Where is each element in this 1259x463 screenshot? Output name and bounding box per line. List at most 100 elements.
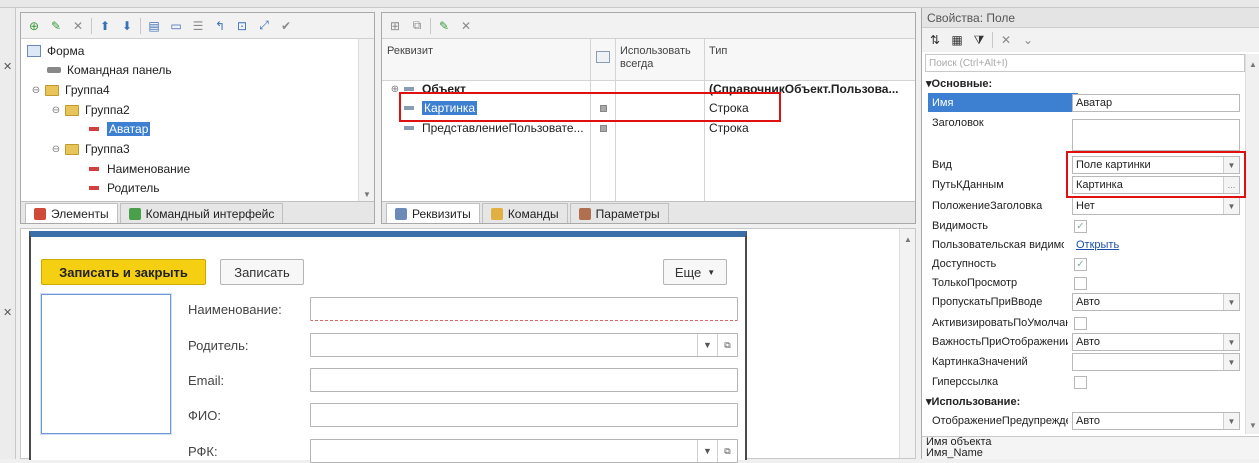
- more-icon[interactable]: …: [1223, 177, 1239, 193]
- more-button[interactable]: Еще ▼: [663, 259, 727, 285]
- visibility-checkbox[interactable]: ✓: [1074, 220, 1087, 233]
- collapse-icon[interactable]: ⊖: [31, 85, 41, 96]
- prop-row-enabled[interactable]: Доступность ✓: [922, 254, 1259, 274]
- prop-label: ПутьКДанным: [932, 179, 1004, 191]
- hyperlink-checkbox[interactable]: [1074, 376, 1087, 389]
- scroll-down-icon[interactable]: ▼: [363, 190, 371, 199]
- prop-row-skip-on-input[interactable]: ПропускатьПриВводе Авто ▼: [922, 292, 1259, 312]
- dropdown-arrow-icon[interactable]: ▼: [1223, 157, 1239, 173]
- arrow-icon[interactable]: ↰: [211, 17, 229, 35]
- tab-command-interface[interactable]: Командный интерфейс: [119, 203, 284, 223]
- delete-icon[interactable]: ✕: [457, 17, 475, 35]
- activate-default-checkbox[interactable]: [1074, 317, 1087, 330]
- separator: [992, 32, 993, 48]
- form-scrollbar[interactable]: ▲: [899, 229, 915, 458]
- collapse-icon[interactable]: ⊖: [51, 144, 61, 155]
- save-button[interactable]: Записать: [220, 259, 304, 285]
- dropdown-arrow-icon[interactable]: ▼: [697, 334, 717, 356]
- prop-row-name[interactable]: Имя Аватар: [922, 93, 1259, 113]
- email-input[interactable]: [310, 368, 738, 392]
- chevron-down-icon[interactable]: ⌄: [1019, 31, 1037, 49]
- dropdown-arrow-icon[interactable]: ▼: [1223, 198, 1239, 214]
- close-icon[interactable]: ✕: [3, 60, 12, 73]
- tree-item-group3[interactable]: ⊖ Группа3: [51, 140, 130, 158]
- close-icon[interactable]: ✕: [3, 306, 12, 319]
- move-down-icon[interactable]: ⬇: [118, 17, 136, 35]
- scrollbar[interactable]: ▼: [358, 39, 374, 201]
- scroll-up-icon[interactable]: ▲: [904, 235, 912, 244]
- expand-icon[interactable]: ⊕: [390, 84, 400, 95]
- add-icon[interactable]: ⊕: [25, 17, 43, 35]
- column-header-attribute[interactable]: Реквизит: [387, 45, 433, 58]
- resize-icon[interactable]: ⤢: [255, 17, 273, 35]
- prop-row-warning-display[interactable]: ОтображениеПредупреждения Авто ▼: [922, 411, 1259, 431]
- tree-item-form[interactable]: Форма: [27, 42, 84, 60]
- prop-row-title-position[interactable]: ПоложениеЗаголовка Нет ▼: [922, 196, 1259, 216]
- filter-icon[interactable]: ⧩: [970, 31, 988, 49]
- save-and-close-button[interactable]: Записать и закрыть: [41, 259, 206, 285]
- prop-row-activate-default[interactable]: АктивизироватьПоУмолчанию: [922, 313, 1259, 333]
- collapse-icon[interactable]: ⊖: [51, 105, 61, 116]
- column-header-type[interactable]: Тип: [709, 45, 727, 58]
- edit-icon[interactable]: ✎: [435, 17, 453, 35]
- properties-search-input[interactable]: Поиск (Ctrl+Alt+I): [925, 54, 1245, 72]
- table-row[interactable]: ПредставлениеПользовате... Строка: [390, 119, 915, 137]
- table-row[interactable]: Картинка Строка: [390, 99, 915, 117]
- prop-row-readonly[interactable]: ТолькоПросмотр: [922, 273, 1259, 293]
- folder-icon: [65, 143, 79, 155]
- form-icon[interactable]: ▤: [145, 17, 163, 35]
- prop-row-hyperlink[interactable]: Гиперссылка: [922, 372, 1259, 392]
- rfk-input[interactable]: ▼ ⧉: [310, 439, 738, 463]
- prop-row-datapath[interactable]: ПутьКДанным Картинка…: [922, 175, 1259, 195]
- section-main[interactable]: ▾Основные:: [926, 77, 992, 90]
- name-input[interactable]: [310, 297, 738, 321]
- section-usage[interactable]: ▾Использование:: [926, 395, 1020, 408]
- checkbox-icon[interactable]: [600, 124, 607, 132]
- tab-parameters[interactable]: Параметры: [569, 203, 669, 223]
- tree-item-parent[interactable]: Родитель: [89, 179, 159, 197]
- categories-icon[interactable]: ▦: [948, 31, 966, 49]
- tab-attributes[interactable]: Реквизиты: [386, 203, 480, 223]
- prop-row-user-visibility[interactable]: Пользовательская видимость Открыть: [922, 235, 1259, 255]
- edit-icon[interactable]: ✎: [47, 17, 65, 35]
- copy-icon[interactable]: ⧉: [408, 17, 426, 35]
- prop-row-title[interactable]: Заголовок: [922, 113, 1259, 151]
- open-link[interactable]: Открыть: [1076, 239, 1119, 251]
- open-icon[interactable]: ⧉: [717, 334, 737, 356]
- dropdown-arrow-icon[interactable]: ▼: [1223, 334, 1239, 350]
- tree-item-command-panel[interactable]: Командная панель: [47, 61, 172, 79]
- add-attribute-icon[interactable]: ⊞: [386, 17, 404, 35]
- prop-row-kind[interactable]: Вид Поле картинки ▼: [922, 155, 1259, 175]
- sort-icon[interactable]: ⇅: [926, 31, 944, 49]
- prop-row-visibility[interactable]: Видимость ✓: [922, 216, 1259, 236]
- dropdown-arrow-icon[interactable]: ▼: [1223, 354, 1239, 370]
- avatar-picture-field[interactable]: [41, 294, 171, 434]
- tree-item-group2[interactable]: ⊖ Группа2: [51, 101, 130, 119]
- enabled-checkbox[interactable]: ✓: [1074, 258, 1087, 271]
- scroll-up-icon[interactable]: ▲: [1249, 60, 1257, 69]
- tree-item-name[interactable]: Наименование: [89, 160, 190, 178]
- tab-elements[interactable]: Элементы: [25, 203, 118, 223]
- delete-icon[interactable]: ✕: [69, 17, 87, 35]
- prop-value-title[interactable]: [1072, 119, 1240, 151]
- readonly-checkbox[interactable]: [1074, 277, 1087, 290]
- dropdown-arrow-icon[interactable]: ▼: [1223, 294, 1239, 310]
- tree-item-group4[interactable]: ⊖ Группа4: [31, 81, 110, 99]
- table-row[interactable]: ⊕ Объект (СправочникОбъект.Пользова...: [390, 80, 915, 98]
- dropdown-arrow-icon[interactable]: ▼: [1223, 413, 1239, 429]
- prop-row-values-picture[interactable]: КартинкаЗначений ▼: [922, 352, 1259, 372]
- fio-input[interactable]: [310, 403, 738, 427]
- tab-commands[interactable]: Команды: [481, 203, 568, 223]
- list-icon[interactable]: ☰: [189, 17, 207, 35]
- monitor-icon[interactable]: ▭: [167, 17, 185, 35]
- clear-icon[interactable]: ✕: [997, 31, 1015, 49]
- checkbox-icon[interactable]: [600, 104, 607, 112]
- move-up-icon[interactable]: ⬆: [96, 17, 114, 35]
- tree-item-avatar[interactable]: Аватар: [89, 120, 151, 138]
- target-icon[interactable]: ⊡: [233, 17, 251, 35]
- prop-row-importance[interactable]: ВажностьПриОтображении Авто ▼: [922, 332, 1259, 352]
- check-icon[interactable]: ✔: [277, 17, 295, 35]
- prop-value[interactable]: Аватар: [1072, 94, 1240, 112]
- column-header-use-always[interactable]: Использовать всегда: [620, 45, 700, 71]
- parent-input[interactable]: ▼ ⧉: [310, 333, 738, 357]
